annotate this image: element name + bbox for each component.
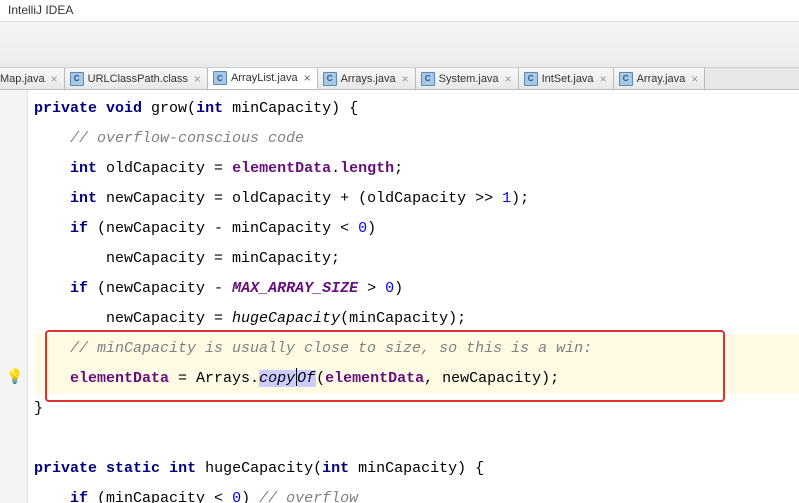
close-icon[interactable]: × [402, 72, 409, 86]
editor-gutter [0, 90, 28, 503]
code-line: private void grow(int minCapacity) { [34, 94, 799, 124]
toolbar-area [0, 22, 799, 68]
text-caret [296, 368, 297, 386]
code-line [34, 424, 799, 454]
tab-array[interactable]: C Array.java × [614, 68, 706, 89]
code-line: } [34, 394, 799, 424]
close-icon[interactable]: × [691, 72, 698, 86]
code-editor[interactable]: 💡 private void grow(int minCapacity) { /… [0, 90, 799, 503]
code-content: private void grow(int minCapacity) { // … [12, 94, 799, 503]
java-class-icon: C [619, 72, 633, 86]
code-line: // overflow-conscious code [34, 124, 799, 154]
tab-intset[interactable]: C IntSet.java × [519, 68, 614, 89]
java-class-icon: C [70, 72, 84, 86]
code-line: newCapacity = minCapacity; [34, 244, 799, 274]
code-line-cursor: elementData = Arrays.copyOf(elementData,… [34, 364, 799, 394]
close-icon[interactable]: × [304, 71, 311, 85]
close-icon[interactable]: × [505, 72, 512, 86]
java-class-icon: C [421, 72, 435, 86]
tab-label: System.java [439, 73, 499, 85]
close-icon[interactable]: × [194, 72, 201, 86]
tab-label: Array.java [637, 73, 686, 85]
code-line: if (minCapacity < 0) // overflow [34, 484, 799, 503]
code-line: if (newCapacity - minCapacity < 0) [34, 214, 799, 244]
tab-label: IntSet.java [542, 73, 594, 85]
code-line: if (newCapacity - MAX_ARRAY_SIZE > 0) [34, 274, 799, 304]
tab-label: Arrays.java [341, 73, 396, 85]
tab-label: ArrayList.java [231, 72, 298, 84]
code-line: int oldCapacity = elementData.length; [34, 154, 799, 184]
tab-map[interactable]: Map.java × [0, 68, 65, 89]
window-title: IntelliJ IDEA [8, 3, 73, 17]
close-icon[interactable]: × [600, 72, 607, 86]
code-line: newCapacity = hugeCapacity(minCapacity); [34, 304, 799, 334]
intention-bulb-icon[interactable]: 💡 [6, 363, 23, 393]
code-line: // minCapacity is usually close to size,… [34, 334, 799, 364]
code-line: private static int hugeCapacity(int minC… [34, 454, 799, 484]
tab-arraylist[interactable]: C ArrayList.java × [208, 68, 318, 89]
editor-tabbar: Map.java × C URLClassPath.class × C Arra… [0, 68, 799, 90]
tab-urlclasspath[interactable]: C URLClassPath.class × [65, 68, 208, 89]
window-titlebar: IntelliJ IDEA [0, 0, 799, 22]
java-class-icon: C [213, 71, 227, 85]
tab-label: Map.java [0, 73, 45, 85]
tab-system[interactable]: C System.java × [416, 68, 519, 89]
java-class-icon: C [323, 72, 337, 86]
close-icon[interactable]: × [51, 72, 58, 86]
tab-arrays[interactable]: C Arrays.java × [318, 68, 416, 89]
tab-label: URLClassPath.class [88, 73, 188, 85]
java-class-icon: C [524, 72, 538, 86]
code-line: int newCapacity = oldCapacity + (oldCapa… [34, 184, 799, 214]
